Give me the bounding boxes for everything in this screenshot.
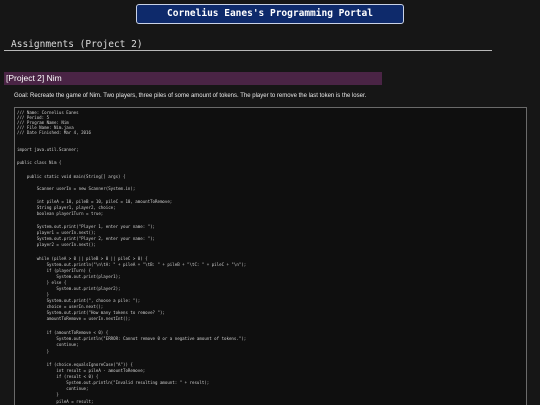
code-line: player2 = userIn.next(); [17,242,96,247]
code-listing[interactable]: /// Name: Cornelius Eanes/// Period: 5//… [14,107,527,405]
code-line: System.out.print("Player 2, enter your n… [17,236,156,241]
code-line: String player1, player2, choice; [17,205,116,210]
code-line: System.out.println("ERROR: Cannot remove… [17,336,247,341]
site-banner[interactable]: Cornelius Eanes's Programming Portal [136,4,404,24]
code-line: /// Date Finished: Mar 4, 2016 [17,130,91,135]
code-line: System.out.print("How many tokens to rem… [17,310,165,315]
code-line: System.out.print(player2); [17,286,121,291]
code-line: System.out.print(player1); [17,274,121,279]
section-heading-text: [Project 2] Nim [6,73,62,83]
code-line: while (pileA > 0 || pileB > 0 || pileC >… [17,256,148,261]
code-line: continue; [17,386,89,391]
code-line: System.out.print(", choose a pile: "); [17,298,141,303]
code-line: public class Nim { [17,160,62,165]
code-line: boolean player1Turn = true; [17,211,104,216]
code-line: choice = userIn.next(); [17,304,104,309]
banner-title: Cornelius Eanes's Programming Portal [167,8,373,19]
code-line: amountToRemove = userIn.nextInt(); [17,316,131,321]
code-line: } [17,292,50,297]
code-line: int pileA = 10, pileB = 10, pileC = 10, … [17,199,173,204]
code-line: import java.util.Scanner; [17,147,79,152]
section-heading: [Project 2] Nim [4,72,382,85]
code-line: } [17,392,59,397]
page-title: Assignments (Project 2) [11,39,143,50]
code-line: if (result < 0) { [17,374,99,379]
code-line: System.out.println("\n\tA: " + pileA + "… [17,262,247,267]
title-divider [4,50,492,51]
code-line: } else { [17,280,67,285]
code-line: int result = pileA - amountToRemove; [17,368,146,373]
code-line: } [17,349,50,354]
code-line: player1 = userIn.next(); [17,230,96,235]
code-line: public static void main(String[] args) { [17,174,126,179]
code-line: continue; [17,342,79,347]
code-line: if (amountToRemove < 0) { [17,330,109,335]
code-line: System.out.print("Player 1, enter your n… [17,224,156,229]
code-line: if (choice.equalsIgnoreCase("A")) { [17,362,133,367]
code-line: System.out.println("Invalid resulting am… [17,380,210,385]
code-line: Scanner userIn = new Scanner(System.in); [17,186,136,191]
goal-text: Goal: Recreate the game of Nim. Two play… [14,93,367,99]
code-line: pileA = result; [17,399,94,404]
code-line: if (player1Turn) { [17,268,91,273]
